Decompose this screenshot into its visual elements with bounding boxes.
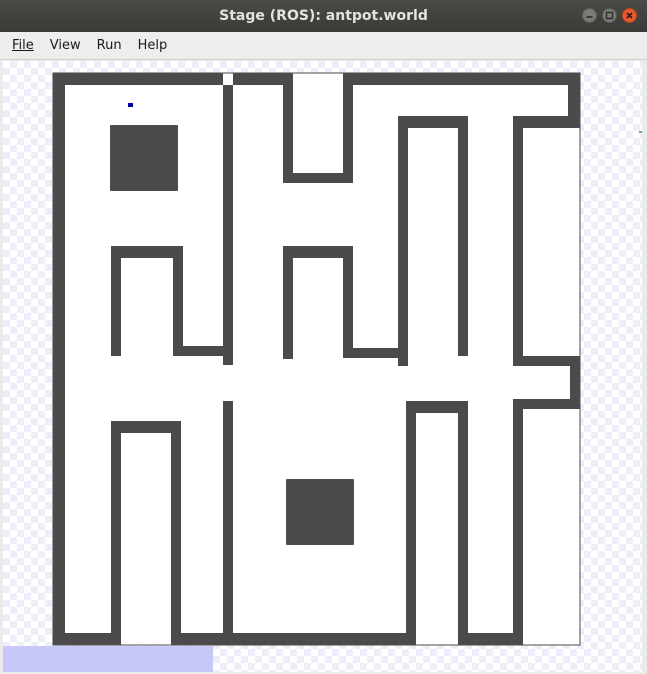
wall-g: [458, 116, 468, 356]
wall-q: [173, 346, 233, 356]
minimize-icon[interactable]: [582, 8, 597, 23]
wall-i: [513, 116, 523, 366]
close-icon[interactable]: [622, 8, 637, 23]
menu-help[interactable]: Help: [130, 38, 176, 53]
simulation-canvas[interactable]: [3, 61, 642, 672]
wall-left: [53, 73, 65, 645]
wall-p: [173, 246, 183, 356]
menu-run-label: Run: [96, 38, 122, 53]
stage-window: Stage (ROS): antpot.world File View Run …: [0, 0, 647, 674]
wall-bottom-2: [171, 633, 416, 645]
wall-t: [343, 246, 353, 358]
world-map: [3, 72, 642, 672]
menu-file[interactable]: File: [4, 38, 42, 53]
block-bottom-center: [286, 479, 354, 545]
wall-top-3: [343, 73, 578, 85]
wall-a: [223, 85, 233, 365]
wall-b: [283, 73, 293, 183]
wall-ab: [458, 401, 468, 645]
wall-l: [513, 399, 580, 409]
menu-file-label: File: [12, 38, 34, 53]
wall-c: [283, 173, 353, 183]
wall-v: [111, 421, 181, 433]
sensor-region: [3, 646, 213, 672]
block-top-left: [110, 125, 178, 191]
wall-f: [398, 116, 408, 366]
wall-d: [343, 73, 353, 183]
wall-r: [283, 246, 353, 258]
wall-x: [171, 421, 181, 645]
edge-marker: [639, 131, 642, 133]
wall-top-1: [53, 73, 223, 85]
wall-aa: [406, 401, 416, 645]
window-controls: [582, 8, 637, 23]
maximize-icon[interactable]: [602, 8, 617, 23]
menu-bar: File View Run Help: [0, 32, 647, 60]
wall-e: [398, 116, 468, 128]
wall-h: [513, 116, 580, 128]
wall-m: [513, 399, 523, 645]
wall-w: [111, 421, 121, 645]
title-bar[interactable]: Stage (ROS): antpot.world: [0, 0, 647, 33]
menu-view-label: View: [49, 38, 81, 53]
window-title: Stage (ROS): antpot.world: [219, 8, 428, 24]
wall-bottom-1: [53, 633, 111, 645]
wall-s: [283, 246, 293, 359]
wall-j: [513, 356, 580, 366]
menu-run[interactable]: Run: [89, 38, 130, 53]
wall-y: [223, 401, 233, 645]
wall-o: [111, 246, 121, 356]
wall-u: [343, 348, 408, 358]
menu-view[interactable]: View: [42, 38, 89, 53]
menu-help-label: Help: [137, 38, 168, 53]
robot-marker[interactable]: [128, 103, 133, 107]
wall-n: [111, 246, 183, 258]
